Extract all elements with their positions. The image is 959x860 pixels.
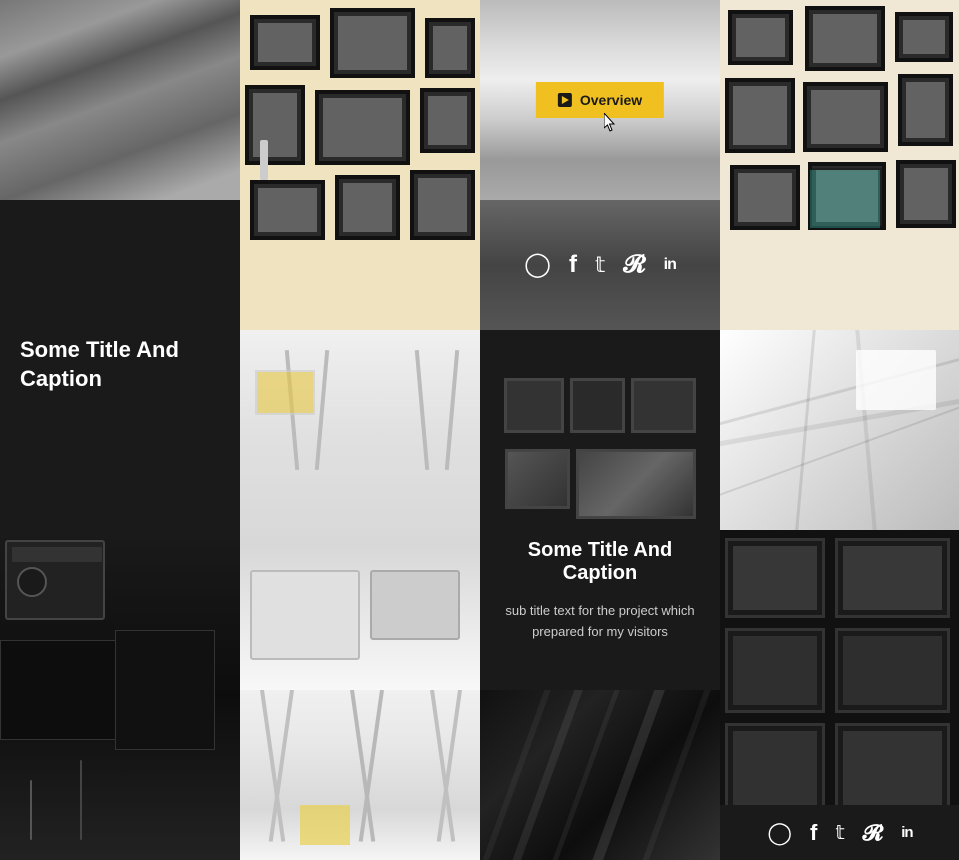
pinterest-icon[interactable]: 𝓡 [623,253,645,277]
play-triangle-icon [562,96,569,104]
gallery-frames-row2 [505,449,696,519]
info-panel-subtitle: sub title text for the project which pre… [500,601,700,643]
dark-gallery-frames [720,530,959,805]
main-grid: Overview Some Title And Caption [0,0,959,837]
linkedin-icon[interactable]: in [664,257,676,273]
photo-studio-easels [240,690,480,860]
photo-dark-gallery-bottom: ◯ f 𝕥 𝓡 in [720,530,959,860]
info-panel-title: Some Title And Caption [500,539,700,585]
overview-button[interactable]: Overview [536,82,664,118]
linkedin-icon-bottom[interactable]: in [901,825,912,840]
twitter-icon-bottom[interactable]: 𝕥 [835,823,844,843]
instagram-icon-bottom[interactable]: ◯ [767,822,792,844]
photo-abstract-bright [720,330,959,530]
info-panel: Some Title And Caption sub title text fo… [480,330,720,690]
gallery-frames-row [504,378,696,433]
photo-art-gallery-warm [240,0,480,330]
photo-overhead: Overview [480,0,720,200]
instagram-icon[interactable]: ◯ [524,253,551,277]
photo-art-gallery-right [720,0,959,330]
title-text: Some Title And Caption [20,336,220,393]
photo-dark-abstract [480,690,720,860]
facebook-icon-bottom[interactable]: f [810,822,817,844]
facebook-icon[interactable]: f [569,253,577,277]
title-panel: Some Title And Caption [0,200,240,530]
social-icons-panel: ◯ f 𝕥 𝓡 in [480,200,720,330]
photo-stool [0,0,240,200]
overview-button-label: Overview [580,92,642,108]
photo-dark-studio [0,530,240,860]
social-icons-row: ◯ f 𝕥 𝓡 in [480,253,720,277]
title-overlay-content: Some Title And Caption [0,316,240,413]
photo-studio-bw [240,330,480,690]
pinterest-icon-bottom[interactable]: 𝓡 [863,822,884,844]
social-bottom-bar: ◯ f 𝕥 𝓡 in [720,805,959,860]
twitter-icon[interactable]: 𝕥 [595,254,605,276]
play-icon [558,93,572,107]
